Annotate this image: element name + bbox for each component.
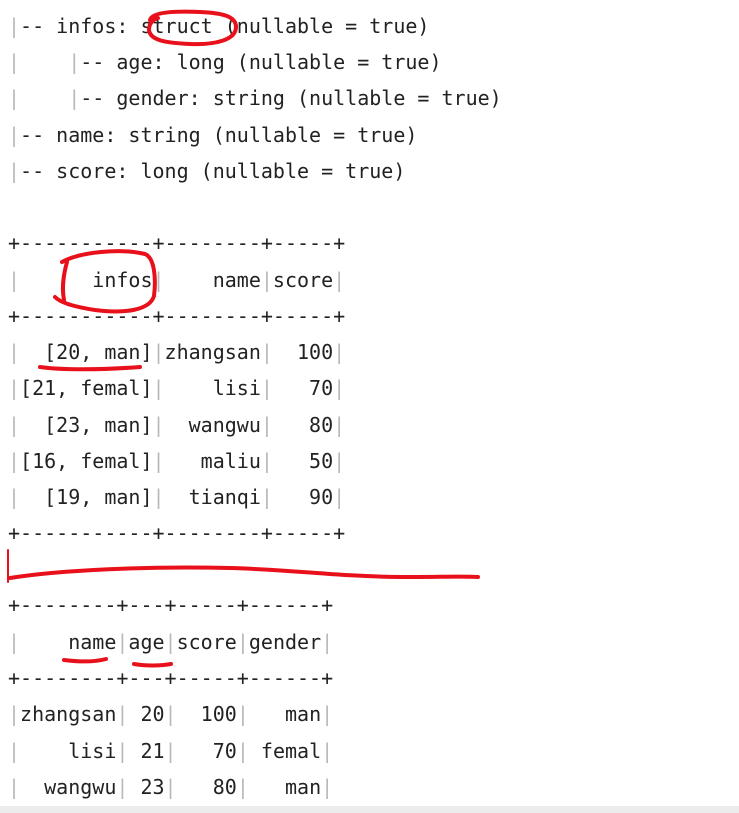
table2-row: | wangwu| 23| 80| man|: [8, 775, 334, 799]
table1-row: |[16, femal]| maliu| 50|: [8, 449, 346, 473]
table1-border-bottom: +-----------+--------+-----+: [8, 521, 346, 545]
table1-row: | [23, man]| wangwu| 80|: [8, 413, 346, 437]
table1-row: | [19, man]| tianqi| 90|: [8, 485, 346, 509]
table1-row: |[21, femal]| lisi| 70|: [8, 376, 346, 400]
schema-line-age: | |-- age: long (nullable = true): [8, 50, 442, 74]
table2-row: |zhangsan| 20| 100| man|: [8, 702, 334, 726]
table2-header: | name|age|score|gender|: [8, 630, 334, 654]
table2-row: | lisi| 21| 70| femal|: [8, 739, 334, 763]
table1-row: | [20, man]|zhangsan| 100|: [8, 340, 346, 364]
table2-border-mid: +--------+---+-----+------+: [8, 666, 334, 690]
schema-line-gender: | |-- gender: string (nullable = true): [8, 86, 502, 110]
table2-border-top: +--------+---+-----+------+: [8, 593, 334, 617]
schema-line-infos: |-- infos: struct (nullable = true): [8, 14, 430, 38]
table1-border-mid: +-----------+--------+-----+: [8, 304, 346, 328]
divider-line-annotation: [8, 565, 480, 580]
table1-header: | infos| name|score|: [8, 268, 346, 292]
bottom-scroll-band: [0, 806, 739, 813]
schema-line-score: |-- score: long (nullable = true): [8, 159, 406, 183]
schema-line-name: |-- name: string (nullable = true): [8, 123, 418, 147]
annotation-layer: [7, 9, 480, 668]
underline-first-row-annotation: [38, 365, 142, 372]
table1-border-top: +-----------+--------+-----+: [8, 231, 346, 255]
underline-name-header-annotation: [62, 657, 108, 664]
